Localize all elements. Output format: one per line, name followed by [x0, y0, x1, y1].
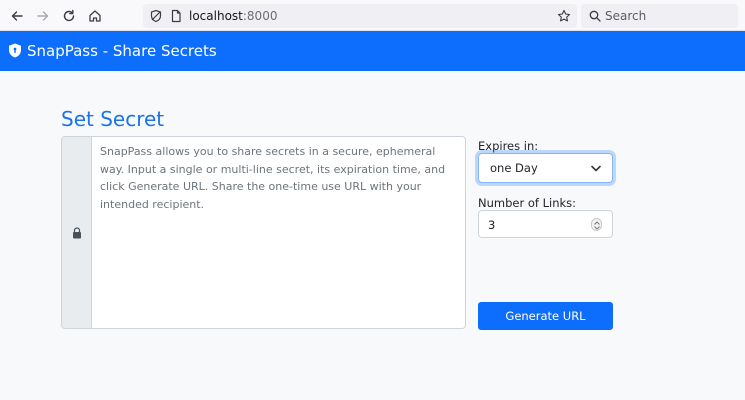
bookmark-star-icon[interactable] — [557, 9, 571, 23]
url-text: localhost:8000 — [189, 8, 277, 24]
app-navbar: SnapPass - Share Secrets — [0, 31, 745, 71]
links-value: 3 — [488, 218, 496, 232]
home-icon — [89, 10, 101, 22]
generate-url-button[interactable]: Generate URL — [478, 302, 613, 330]
spin-down-icon[interactable] — [594, 226, 600, 230]
brand-title[interactable]: SnapPass - Share Secrets — [27, 41, 217, 61]
links-label: Number of Links: — [478, 196, 577, 210]
chevron-down-icon — [591, 165, 601, 172]
address-bar[interactable]: localhost:8000 — [143, 4, 577, 28]
number-spinner[interactable] — [591, 218, 602, 231]
back-arrow-icon — [11, 11, 23, 21]
expires-select[interactable]: one Day — [478, 153, 613, 183]
back-button[interactable] — [5, 4, 29, 28]
search-icon — [589, 10, 601, 22]
url-port: :8000 — [242, 9, 278, 23]
reload-icon — [63, 9, 75, 22]
expires-value: one Day — [490, 161, 538, 175]
shield-icon — [9, 43, 21, 58]
lock-addon — [62, 137, 92, 328]
tracking-shield-icon[interactable] — [149, 9, 163, 23]
links-number-input[interactable]: 3 — [478, 210, 613, 238]
lock-icon — [73, 227, 81, 239]
expires-label: Expires in: — [478, 139, 539, 153]
url-host: localhost — [189, 9, 243, 23]
browser-toolbar: localhost:8000 Search — [0, 0, 745, 31]
spin-up-icon[interactable] — [594, 221, 600, 225]
page-icon — [171, 9, 181, 23]
secret-input-group — [61, 136, 466, 329]
search-placeholder: Search — [605, 9, 647, 23]
secret-textarea[interactable] — [92, 137, 465, 328]
forward-arrow-icon — [37, 11, 49, 21]
search-bar[interactable]: Search — [581, 4, 738, 28]
home-button[interactable] — [83, 4, 107, 28]
reload-button[interactable] — [57, 4, 81, 28]
page-title: Set Secret — [61, 107, 165, 131]
forward-button[interactable] — [31, 4, 55, 28]
